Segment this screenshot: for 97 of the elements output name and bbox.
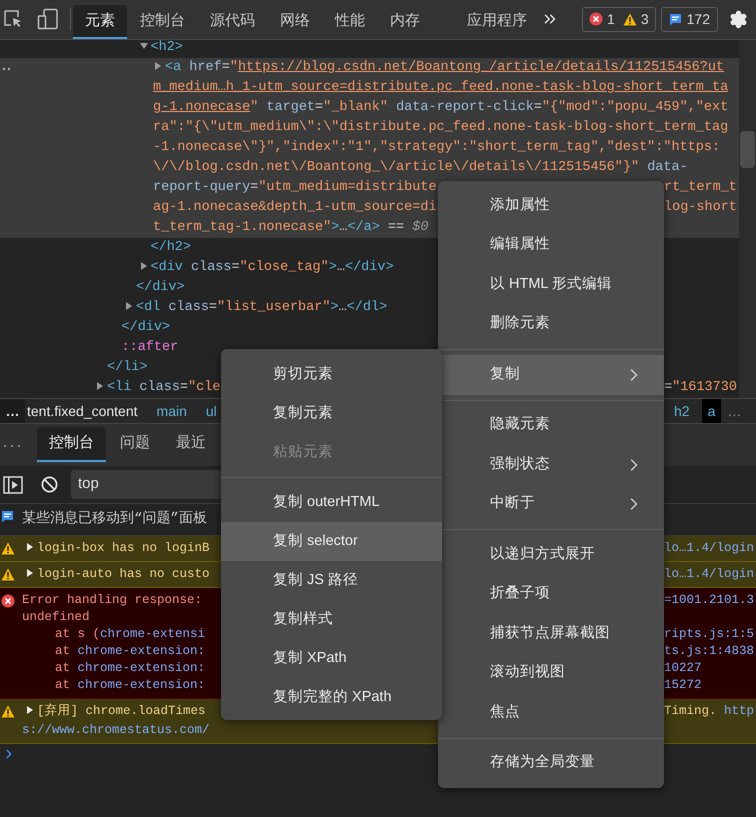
context-selector[interactable]: top (71, 470, 221, 499)
code-line: ra":"{\"utm_medium\":\"distribute.pc_feed.none-task-blog-short_term_tag (153, 120, 728, 135)
breadcrumb-item[interactable]: ul (204, 400, 218, 422)
code-line: </div> (122, 320, 170, 335)
warning-icon (622, 12, 637, 26)
link[interactable]: ts.js:1:4838 (664, 644, 754, 658)
console-text: at chrome-extension: (55, 678, 206, 692)
more-options-icon[interactable] (3, 444, 21, 448)
link[interactable]: lo…1.4/login (664, 541, 754, 555)
link[interactable]: chrome-extension: (78, 661, 206, 675)
link[interactable]: m_medium…h_1-utm_source=distribute.pc_feed.none-task-blog-short_term_ta (153, 80, 728, 95)
link[interactable]: ripts.js:1:5 (664, 627, 754, 641)
breadcrumb-overflow[interactable]: … (0, 399, 25, 423)
console-text: Timing. http (664, 704, 754, 718)
link[interactable]: 10227 (664, 661, 702, 675)
link[interactable]: chrome-extensi (100, 627, 206, 641)
warning-icon (1, 568, 15, 581)
console-text: undefined (22, 610, 90, 624)
code-line: </h2> (150, 240, 192, 255)
scrollbar[interactable] (739, 40, 756, 398)
link[interactable]: chrome-extension: (78, 678, 206, 692)
issues-counter[interactable]: 1 3 (582, 6, 656, 32)
panel-tab[interactable]: 性能 (323, 5, 377, 39)
breadcrumb-item[interactable]: tent.fixed_content (26, 400, 139, 422)
down-triangle-icon[interactable] (140, 42, 148, 50)
breadcrumb-overflow[interactable]: … (727, 400, 742, 422)
code-line: </div> (136, 280, 185, 295)
menu-item[interactable]: 删除元素 (438, 304, 664, 344)
right-triangle-icon[interactable] (26, 543, 34, 551)
link[interactable]: 15272 (664, 678, 702, 692)
link[interactable]: https://blog.csdn.net/Boantong_/article/details/112515456?ut (238, 60, 724, 75)
settings-icon[interactable] (729, 10, 748, 28)
error-icon (589, 12, 604, 26)
code-line: ::after (122, 340, 178, 355)
clear-console-icon[interactable] (41, 476, 58, 493)
console-text: at chrome-extension: (55, 644, 206, 658)
console-text: 某些消息已移动到“问题”面板 (22, 511, 207, 527)
link[interactable]: g-1.nonecase (153, 100, 250, 115)
code-line: <div class="close_tag">…</div> (150, 260, 394, 275)
code-line: g-1.nonecase" target="_blank" data-report-click="{"mod":"popu_459","ext (153, 100, 728, 115)
inspect-element-icon[interactable] (3, 9, 23, 29)
code-line: </li> (107, 360, 148, 375)
link[interactable]: lo…1.4/login (664, 567, 754, 581)
panel-tab[interactable]: 内存 (378, 5, 432, 39)
menu-item[interactable]: 复制 selector (221, 522, 442, 561)
code-line: log-short (664, 200, 737, 215)
link[interactable]: chrome-extension: (78, 644, 206, 658)
console-text: [弃用] chrome.loadTimes (37, 704, 206, 718)
right-triangle-icon[interactable] (26, 569, 34, 577)
right-triangle-icon[interactable] (125, 302, 133, 310)
link[interactable]: http (724, 704, 754, 718)
scrollbar-thumb[interactable] (740, 131, 755, 168)
right-triangle-icon[interactable] (154, 62, 162, 70)
code-line: <li class="cle (107, 380, 220, 395)
panel-tab[interactable]: 网络 (268, 5, 322, 39)
menu-item[interactable]: 添加属性 (438, 186, 664, 226)
link[interactable]: =1001.2101.3 (664, 593, 754, 607)
code-line: -1.nonecase\"}","index":"1","strategy":"short_term_tag","dest":"https: (153, 140, 720, 155)
device-toolbar-icon[interactable] (37, 8, 59, 30)
menu-item[interactable]: 以 HTML 形式编辑 (438, 265, 664, 304)
code-line: report-query="utm_medium=distribute (153, 180, 437, 195)
console-text: login-box has no loginB (37, 541, 210, 555)
messages-counter[interactable]: 172 (660, 6, 718, 32)
panel-tab[interactable]: 应用程序 (455, 5, 539, 39)
drawer-tab[interactable]: 控制台 (37, 427, 106, 462)
code-line: rt_term_t (664, 180, 737, 195)
breadcrumb-item[interactable]: main (156, 400, 188, 422)
panel-tab[interactable]: 源代码 (198, 5, 267, 39)
code-line: ag-1.nonecase&depth_1-utm_source=di (153, 200, 437, 215)
message-icon (668, 12, 682, 26)
warning-icon (1, 542, 15, 555)
code-line: <h2> (150, 40, 183, 55)
drawer-tab[interactable]: 最近 (164, 427, 218, 462)
right-triangle-icon[interactable] (26, 706, 34, 714)
code-line: ="1613730 (664, 380, 737, 395)
console-text: at s (chrome-extensi (55, 627, 206, 641)
breadcrumb-item[interactable]: a (702, 399, 722, 423)
console-text: Error handling response: (22, 593, 202, 607)
drawer-tab[interactable]: 问题 (108, 427, 162, 462)
warning-icon (1, 705, 15, 718)
right-triangle-icon[interactable] (140, 262, 148, 270)
menu-item[interactable]: 编辑属性 (438, 226, 664, 265)
error-icon (1, 594, 15, 608)
console-text: login-auto has no custo (37, 567, 210, 581)
panel-tab[interactable]: 元素 (73, 5, 127, 39)
menu-item[interactable]: 存储为全局变量 (438, 744, 664, 783)
code-line: t_term_tag-1.nonecase">…</a> == $0 (153, 220, 428, 235)
panel-tab[interactable]: 控制台 (128, 5, 197, 39)
message-icon (1, 510, 14, 523)
code-line: \/\/blog.csdn.net\/Boantong_\/article\/details\/112515456"}" data- (153, 160, 688, 175)
right-triangle-icon[interactable] (96, 382, 104, 390)
code-line: <a href="https://blog.csdn.net/Boantong_/article/details/112515456?ut (165, 60, 724, 75)
code-line: <dl class="list_userbar">…</dl> (136, 300, 388, 315)
breadcrumb-item[interactable]: h2 (668, 399, 696, 423)
link[interactable]: s://www.chromestatus.com/ (22, 723, 210, 737)
sidebar-toggle-icon[interactable] (3, 476, 23, 494)
console-text: at chrome-extension: (55, 661, 206, 675)
